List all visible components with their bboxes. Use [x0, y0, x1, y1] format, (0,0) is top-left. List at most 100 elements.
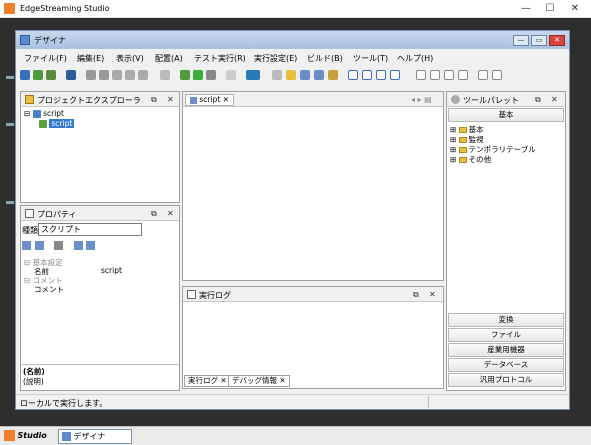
expand-all-icon[interactable]: [74, 241, 83, 250]
menu-bar: ファイル(F) 編集(E) 表示(V) 配置(A) テスト実行(R) 実行設定(…: [16, 51, 569, 65]
align-center-icon[interactable]: [362, 70, 372, 80]
link-icon[interactable]: [160, 70, 170, 80]
doc-icon[interactable]: [300, 70, 310, 80]
dock-icon[interactable]: ⧉: [151, 209, 157, 219]
menu-view[interactable]: 表示(V): [116, 53, 144, 64]
build-icon[interactable]: [46, 70, 56, 80]
dock-icon[interactable]: ⧉: [151, 95, 157, 105]
folder-icon: [25, 95, 34, 104]
tree-label-selected: script: [49, 119, 75, 128]
tree-label: テンポラリテーブル: [468, 145, 536, 154]
collapse-all-icon[interactable]: [86, 241, 95, 250]
layout-4-icon[interactable]: [458, 70, 468, 80]
open-project-icon[interactable]: [33, 70, 43, 80]
menu-test-run[interactable]: テスト実行(R): [194, 53, 246, 64]
designer-close-button[interactable]: ✕: [549, 35, 565, 46]
panel-title: ツールパレット: [463, 96, 519, 105]
designer-minimize-button[interactable]: —: [513, 35, 529, 46]
close-icon[interactable]: ✕: [167, 209, 174, 218]
palette-tree-item[interactable]: ⊞ その他: [450, 154, 491, 165]
taskbar-label: デザイナ: [73, 432, 106, 441]
status-bar: ローカルで実行します。: [16, 394, 569, 409]
status-divider: [428, 396, 429, 408]
properties-icon: [25, 209, 34, 218]
close-icon[interactable]: ✕: [551, 95, 558, 104]
taskbar-studio[interactable]: Studio: [4, 429, 54, 444]
close-icon[interactable]: ✕: [429, 290, 436, 299]
layout-2-icon[interactable]: [430, 70, 440, 80]
close-button[interactable]: ✕: [559, 0, 591, 18]
taskbar-designer[interactable]: デザイナ: [58, 429, 132, 444]
tree-node-script[interactable]: script: [39, 119, 75, 128]
palette-category-database[interactable]: データベース: [448, 358, 564, 372]
categorized-icon[interactable]: [22, 241, 31, 250]
folder-icon[interactable]: [286, 70, 296, 80]
copy-icon[interactable]: [125, 70, 135, 80]
layout-5-icon[interactable]: [478, 70, 488, 80]
layout-1-icon[interactable]: [416, 70, 426, 80]
project-explorer-header: プロジェクトエクスプローラ ⧉ ✕: [21, 92, 179, 107]
undo-icon[interactable]: [86, 70, 96, 80]
menu-arrange[interactable]: 配置(A): [155, 53, 183, 64]
app-title: EdgeStreaming Studio: [20, 4, 110, 13]
tab-exec-log[interactable]: 実行ログ ✕: [184, 375, 231, 387]
deploy-dropdown-icon[interactable]: [246, 70, 260, 80]
menu-edit[interactable]: 編集(E): [77, 53, 104, 64]
menu-help[interactable]: ヘルプ(H): [397, 53, 433, 64]
menu-file[interactable]: ファイル(F): [24, 53, 67, 64]
align-top-icon[interactable]: [390, 70, 400, 80]
connect-icon[interactable]: [272, 70, 282, 80]
palette-icon: [451, 95, 460, 104]
designer-window: デザイナ — ▭ ✕ ファイル(F) 編集(E) 表示(V) 配置(A) テスト…: [15, 30, 570, 410]
palette-category-basic[interactable]: 基本: [448, 108, 564, 122]
grid-icon[interactable]: [314, 70, 324, 80]
edge-marker: [6, 201, 14, 204]
tab-close-icon[interactable]: ✕: [279, 376, 285, 385]
redo-icon[interactable]: [99, 70, 109, 80]
palette-category-protocol[interactable]: 汎用プロトコル: [448, 373, 564, 387]
tab-close-icon[interactable]: ✕: [220, 376, 226, 385]
property-pages-icon[interactable]: [54, 241, 63, 250]
user-icon[interactable]: [328, 70, 338, 80]
designer-title: デザイナ: [34, 36, 66, 45]
dock-icon[interactable]: ⧉: [413, 290, 419, 300]
palette-category-file[interactable]: ファイル: [448, 328, 564, 342]
layout-3-icon[interactable]: [444, 70, 454, 80]
property-value[interactable]: script: [101, 266, 122, 275]
folder-icon: [458, 147, 467, 153]
new-project-icon[interactable]: [20, 70, 30, 80]
menu-run-settings[interactable]: 実行設定(E): [254, 53, 297, 64]
exec-log-panel: 実行ログ ⧉ ✕: [182, 286, 444, 389]
expand-icon[interactable]: ⊟: [24, 109, 30, 118]
save-icon[interactable]: [66, 70, 76, 80]
status-message: ローカルで実行します。: [20, 399, 108, 408]
menu-build[interactable]: ビルド(B): [307, 53, 343, 64]
tab-script[interactable]: script ✕: [185, 94, 234, 106]
tab-navigation[interactable]: ◂ ▸ ▤: [411, 95, 432, 104]
tab-debug-info[interactable]: デバッグ情報 ✕: [228, 375, 290, 387]
layout-6-icon[interactable]: [492, 70, 502, 80]
paste-icon[interactable]: [138, 70, 148, 80]
menu-tools[interactable]: ツール(T): [353, 53, 388, 64]
editor-panel: script ✕ ◂ ▸ ▤: [182, 91, 444, 281]
cut-icon[interactable]: [112, 70, 122, 80]
project-explorer-panel: プロジェクトエクスプローラ ⧉ ✕ ⊟ script script: [20, 91, 180, 203]
monitor-icon[interactable]: [226, 70, 236, 80]
align-left-icon[interactable]: [348, 70, 358, 80]
type-field[interactable]: スクリプト: [38, 223, 142, 236]
run-icon[interactable]: [193, 70, 203, 80]
sort-alpha-icon[interactable]: [35, 241, 44, 250]
tree-node-project[interactable]: ⊟ script: [24, 109, 64, 118]
property-grid: ⊟ 基本設定 名前 script ⊟ コメント コメント: [21, 255, 179, 367]
folder-icon: [458, 127, 467, 133]
palette-category-industrial[interactable]: 産業用機器: [448, 343, 564, 357]
stop-icon[interactable]: [206, 70, 216, 80]
tab-close-icon[interactable]: ✕: [223, 95, 229, 104]
designer-restore-button[interactable]: ▭: [531, 35, 547, 46]
designer-icon: [20, 35, 30, 45]
palette-category-conversion[interactable]: 変換: [448, 313, 564, 327]
align-right-icon[interactable]: [376, 70, 386, 80]
debug-icon[interactable]: [180, 70, 190, 80]
dock-icon[interactable]: ⧉: [535, 95, 541, 105]
close-icon[interactable]: ✕: [167, 95, 174, 104]
